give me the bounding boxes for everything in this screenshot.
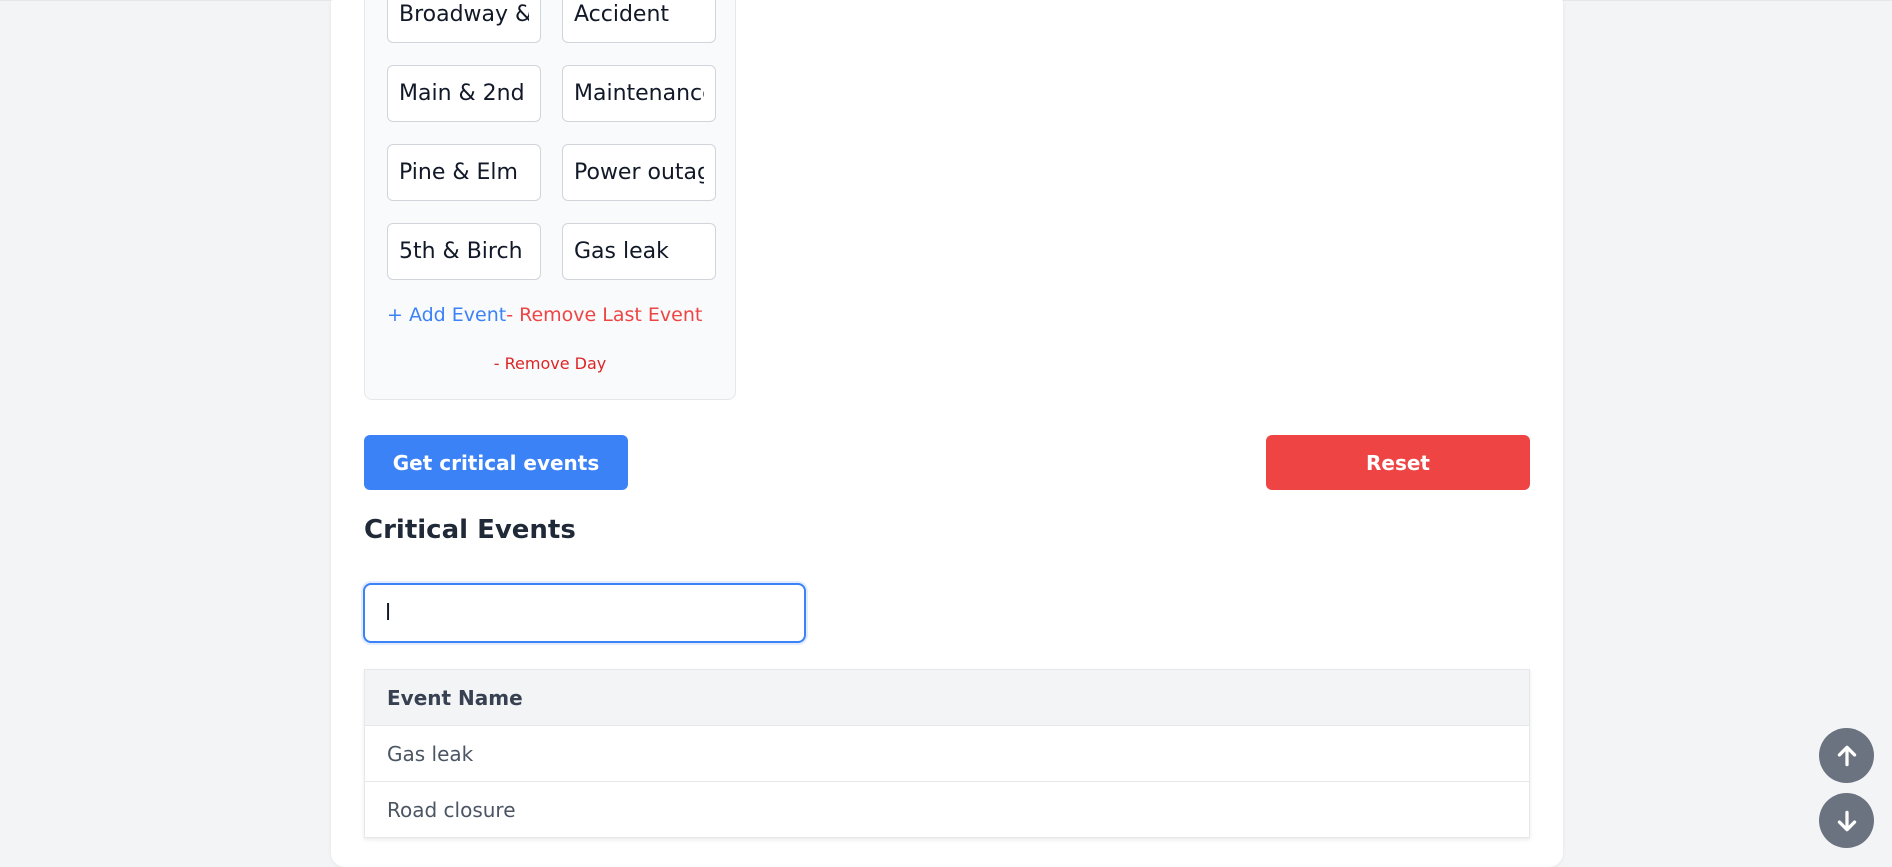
arrow-down-icon: [1837, 810, 1856, 831]
event-input[interactable]: [562, 223, 716, 280]
remove-last-event-button[interactable]: - Remove Last Event: [506, 304, 702, 326]
scroll-up-button[interactable]: [1819, 728, 1874, 783]
location-input[interactable]: [387, 0, 541, 43]
location-input[interactable]: [387, 144, 541, 201]
location-input[interactable]: [387, 65, 541, 122]
event-actions: + Add Event- Remove Last Event: [387, 304, 702, 326]
reset-button[interactable]: Reset: [1266, 435, 1530, 490]
event-name-cell: Gas leak: [364, 725, 1530, 782]
critical-events-table: Event Name Gas leak Road closure: [364, 669, 1530, 838]
add-event-button[interactable]: + Add Event: [387, 304, 506, 326]
event-input[interactable]: [562, 0, 716, 43]
event-input[interactable]: [562, 144, 716, 201]
critical-events-input[interactable]: [363, 583, 806, 643]
table-header-row: Event Name: [364, 669, 1530, 726]
event-name-header: Event Name: [364, 669, 1530, 726]
critical-events-title: Critical Events: [364, 515, 576, 545]
event-input[interactable]: [562, 65, 716, 122]
scroll-down-button[interactable]: [1819, 793, 1874, 848]
location-input[interactable]: [387, 223, 541, 280]
event-name-cell: Road closure: [387, 797, 516, 822]
table-row: Road closure: [365, 782, 1530, 838]
table-row: Gas leak: [364, 725, 1530, 782]
get-critical-events-button[interactable]: Get critical events: [364, 435, 628, 490]
remove-day-button[interactable]: - Remove Day: [364, 354, 736, 373]
arrow-up-icon: [1837, 745, 1856, 766]
